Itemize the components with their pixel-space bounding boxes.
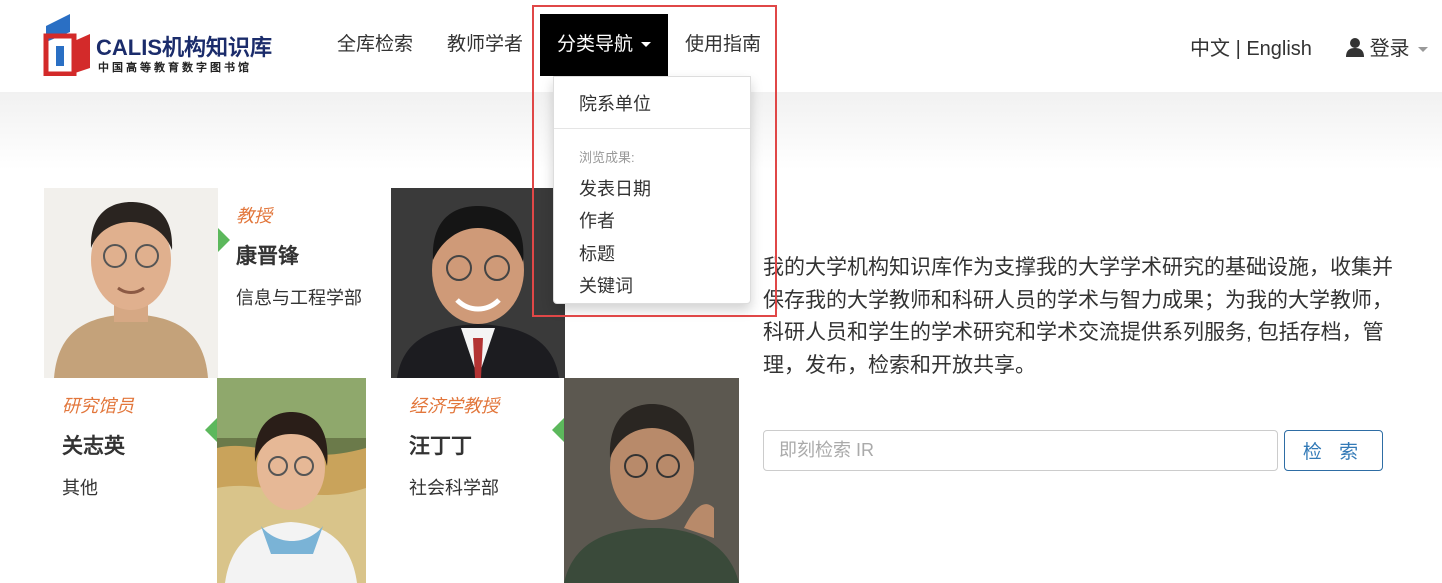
nav-search-all[interactable]: 全库检索: [320, 14, 430, 76]
scholar-photo[interactable]: [44, 188, 218, 378]
scholar-dept: 社会科学部: [409, 478, 499, 498]
logo-mark-icon: [43, 14, 90, 76]
scholar-info: 经济学教授 汪丁丁 社会科学部: [409, 392, 499, 500]
logo-subtitle: 中国高等教育数字图书馆: [98, 62, 252, 74]
scholar-dept: 其他: [62, 478, 98, 498]
search-input[interactable]: [763, 430, 1278, 471]
scholar-title: 经济学教授: [409, 396, 499, 416]
scholar-title: 研究馆员: [62, 396, 134, 416]
scholar-info: 教授 康晋锋 信息与工程学部: [236, 202, 362, 310]
dropdown-section-header: 浏览成果:: [579, 150, 635, 165]
nav-category-dropdown[interactable]: 分类导航: [540, 14, 669, 76]
search-button[interactable]: 检 索: [1284, 430, 1383, 471]
scholar-info: 研究馆员 关志英 其他: [62, 392, 134, 500]
scholar-photo[interactable]: [391, 188, 565, 378]
logo-title: CALIS机构知识库: [96, 35, 273, 60]
language-switch: 中文 | English: [1190, 32, 1312, 61]
dropdown-item-date[interactable]: 发表日期: [579, 175, 651, 201]
nav-scholars[interactable]: 教师学者: [430, 14, 540, 76]
login-label: 登录: [1369, 38, 1410, 60]
dropdown-item-keyword[interactable]: 关键词: [579, 272, 633, 298]
lang-separator: |: [1235, 38, 1241, 60]
pointer-arrow: [205, 418, 217, 442]
scholar-name[interactable]: 汪丁丁: [409, 430, 499, 460]
dropdown-item-departments[interactable]: 院系单位: [579, 90, 651, 116]
scholar-photo[interactable]: [217, 378, 366, 583]
lang-zh-link[interactable]: 中文: [1190, 38, 1230, 60]
pointer-arrow: [552, 418, 564, 442]
caret-down-icon: [1417, 47, 1428, 53]
scholar-name[interactable]: 关志英: [62, 430, 134, 460]
dropdown-item-title[interactable]: 标题: [579, 240, 615, 266]
lang-en-link[interactable]: English: [1246, 38, 1312, 60]
calis-logo[interactable]: CALIS机构知识库 中国高等教育数字图书馆: [42, 10, 292, 78]
login-dropdown[interactable]: 登录: [1346, 32, 1428, 61]
scholar-photo[interactable]: [564, 378, 739, 583]
caret-down-icon: [641, 42, 652, 48]
category-dropdown-menu: 院系单位 浏览成果: 发表日期 作者 标题 关键词: [553, 76, 751, 304]
nav-category-label: 分类导航: [557, 34, 634, 55]
user-icon: [1346, 38, 1364, 57]
dropdown-item-author[interactable]: 作者: [579, 207, 615, 233]
site-description: 我的大学机构知识库作为支撑我的大学学术研究的基础设施，收集并保存我的大学教师和科…: [763, 256, 1393, 377]
scholar-dept: 信息与工程学部: [236, 288, 362, 308]
main-nav: 全库检索 教师学者 分类导航 使用指南: [320, 14, 778, 76]
dropdown-divider: [554, 128, 750, 129]
nav-guide[interactable]: 使用指南: [668, 14, 778, 76]
scholar-title: 教授: [236, 206, 272, 226]
scholar-name[interactable]: 康晋锋: [236, 240, 362, 270]
pointer-arrow: [218, 228, 230, 252]
